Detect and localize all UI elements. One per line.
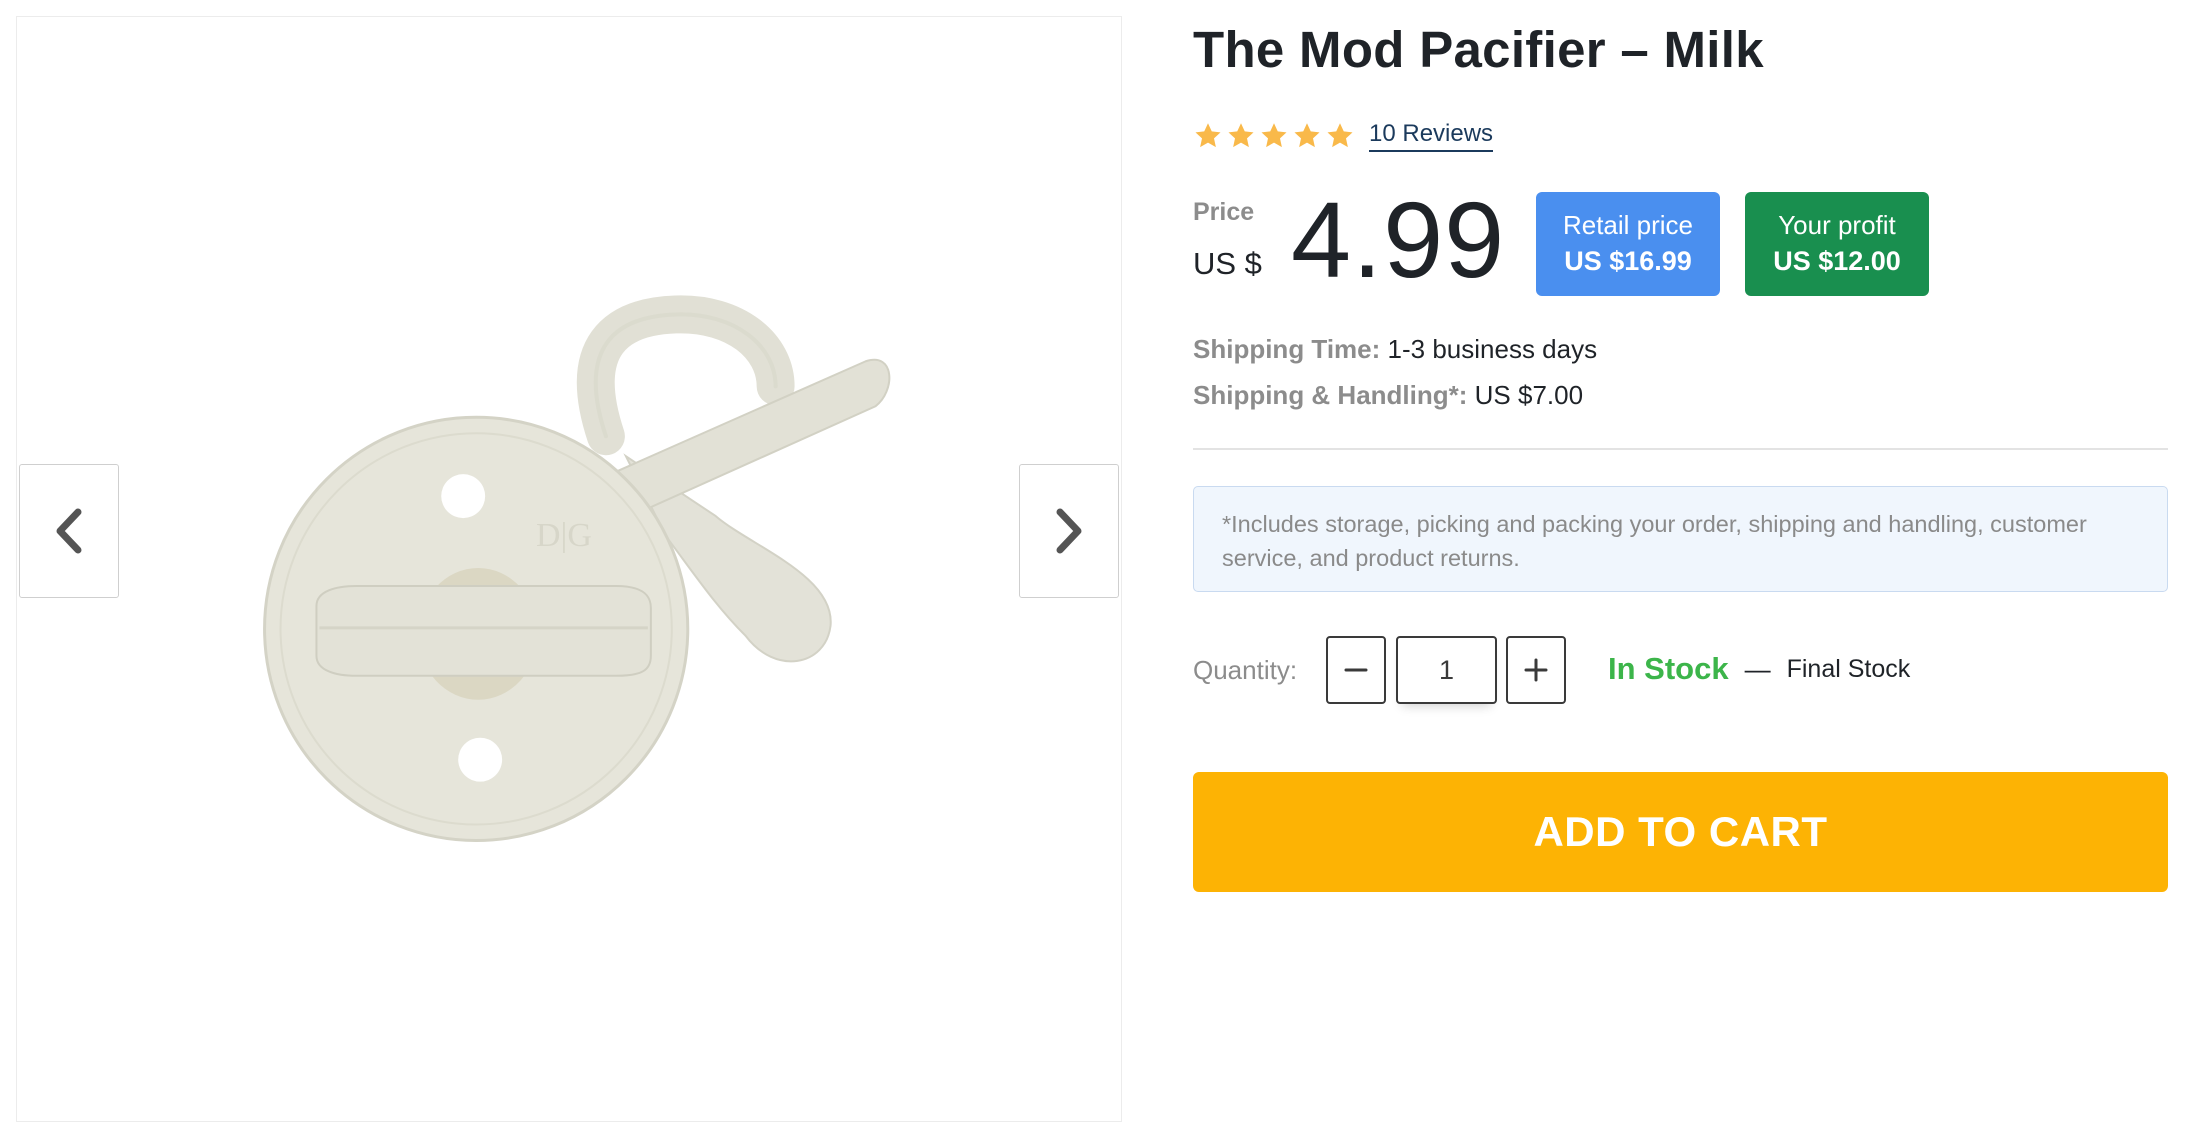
price-label: Price xyxy=(1193,198,1255,226)
brand-logo: D|G xyxy=(536,517,592,554)
chevron-left-icon xyxy=(56,508,82,554)
add-to-cart-button[interactable]: ADD TO CART xyxy=(1193,772,2168,892)
shipping-time: Shipping Time: 1-3 business days xyxy=(1193,334,1597,365)
profit-label: Your profit xyxy=(1778,210,1896,240)
stock-info: In Stock — Final Stock xyxy=(1608,651,1910,687)
reviews-link[interactable]: 10 Reviews xyxy=(1369,120,1494,152)
shipping-handling-label: Shipping & Handling*: xyxy=(1193,380,1468,410)
star-icon xyxy=(1261,123,1287,148)
product-gallery: D|G xyxy=(16,16,1122,1122)
star-icon xyxy=(1294,123,1320,148)
plus-icon xyxy=(1524,658,1548,682)
divider xyxy=(1193,448,2168,450)
quantity-increase-button[interactable] xyxy=(1506,636,1566,704)
gallery-next-button[interactable] xyxy=(1019,464,1119,598)
shipping-time-label: Shipping Time: xyxy=(1193,334,1381,364)
product-title: The Mod Pacifier – Milk xyxy=(1193,21,1764,78)
star-icon xyxy=(1195,123,1221,148)
shipping-time-value: 1-3 business days xyxy=(1387,334,1598,364)
gallery-prev-button[interactable] xyxy=(19,464,119,598)
shipping-note: *Includes storage, picking and packing y… xyxy=(1193,486,2168,592)
price-currency: US $ xyxy=(1193,246,1262,281)
star-rating xyxy=(1193,121,1355,151)
chevron-right-icon xyxy=(1056,508,1082,554)
price-value: 4.99 xyxy=(1291,179,1506,300)
minus-icon xyxy=(1344,668,1368,672)
quantity-label: Quantity: xyxy=(1193,655,1298,685)
shipping-handling: Shipping & Handling*: US $7.00 xyxy=(1193,380,1583,411)
product-page: D|G The Mod Pacifier – Milk 10 Reviews P… xyxy=(0,0,2200,1140)
product-rating: 10 Reviews xyxy=(1193,120,1494,152)
stock-note: Final Stock xyxy=(1786,654,1911,683)
profit-value: US $12.00 xyxy=(1773,246,1901,276)
star-icon xyxy=(1327,123,1353,148)
retail-price-badge: Retail price US $16.99 xyxy=(1536,192,1720,296)
shipping-handling-value: US $7.00 xyxy=(1474,380,1584,410)
retail-price-label: Retail price xyxy=(1562,210,1694,240)
retail-price-value: US $16.99 xyxy=(1564,246,1692,276)
stock-separator: — xyxy=(1744,653,1771,684)
product-image: D|G xyxy=(263,295,891,843)
quantity-decrease-button[interactable] xyxy=(1326,636,1386,704)
stock-status: In Stock xyxy=(1608,651,1729,686)
quantity-input[interactable] xyxy=(1396,636,1497,704)
profit-badge: Your profit US $12.00 xyxy=(1745,192,1929,296)
star-icon xyxy=(1228,123,1254,148)
